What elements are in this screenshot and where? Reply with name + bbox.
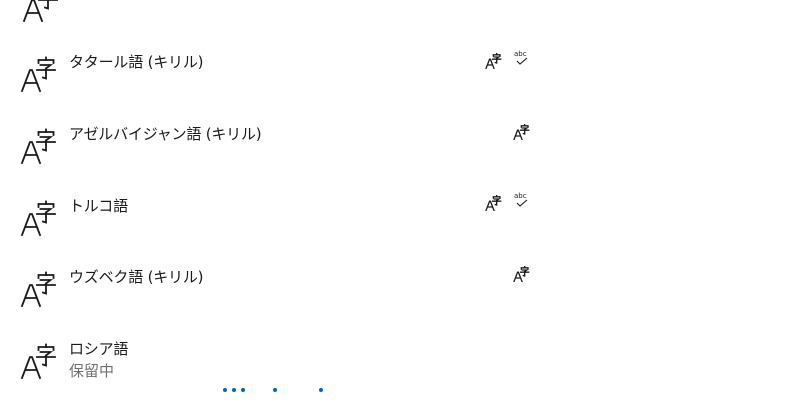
language-icon — [20, 128, 60, 164]
language-icon — [20, 200, 60, 236]
language-name: アゼルバイジャン語 (キリル) — [69, 125, 262, 143]
progress-dot — [223, 388, 227, 392]
language-icon — [22, 0, 62, 22]
spell-check-icon: abc — [514, 192, 528, 207]
progress-dot — [273, 388, 277, 392]
progress-dot — [319, 388, 323, 392]
language-item-uzbek[interactable]: ウズベク語 (キリル) — [0, 267, 800, 327]
progress-dot — [241, 388, 245, 392]
language-name: トルコ語 — [69, 197, 128, 215]
install-status: 保留中 — [69, 362, 115, 380]
progress-dots — [0, 388, 800, 396]
language-item-azerbaijani[interactable]: アゼルバイジャン語 (キリル) — [0, 124, 800, 184]
svg-text:abc: abc — [514, 50, 527, 58]
language-icon — [20, 343, 60, 379]
language-pack-icon — [513, 124, 531, 140]
language-item-turkish[interactable]: トルコ語 abc — [0, 192, 800, 256]
language-name: ウズベク語 (キリル) — [69, 268, 204, 286]
language-name: タタール語 (キリル) — [69, 53, 204, 71]
language-icon — [20, 56, 60, 92]
language-list: タタール語 (キリル) abc アゼルバイジャン語 (キリル) トルコ語 abc — [0, 0, 800, 419]
language-pack-icon — [485, 53, 503, 69]
language-name: ロシア語 — [69, 340, 129, 358]
language-item-tatar[interactable]: タタール語 (キリル) abc — [0, 50, 800, 112]
language-icon — [20, 271, 60, 307]
svg-text:abc: abc — [514, 192, 527, 200]
language-pack-icon — [485, 195, 503, 211]
language-pack-icon — [513, 266, 531, 282]
progress-dot — [232, 388, 236, 392]
spell-check-icon: abc — [514, 50, 528, 65]
